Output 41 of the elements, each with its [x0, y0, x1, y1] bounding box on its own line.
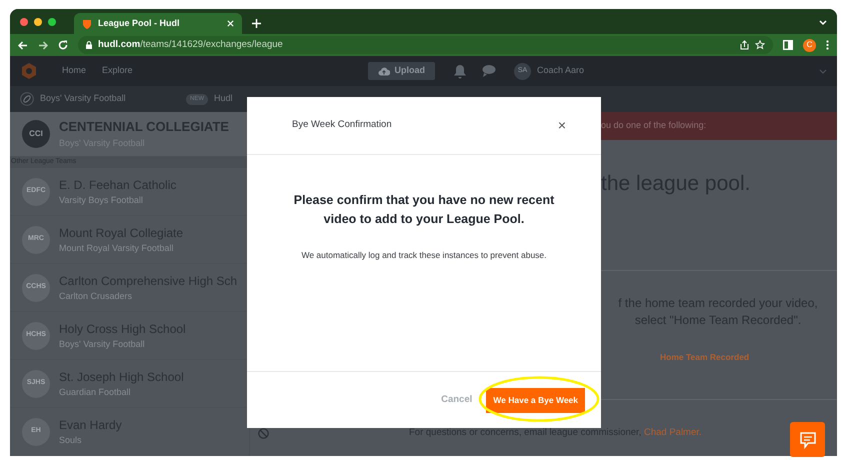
cloud-upload-icon [378, 66, 390, 76]
team-selector[interactable]: Boys' Varsity Football [40, 92, 180, 106]
modal-title: Bye Week Confirmation [292, 118, 392, 132]
user-name[interactable]: Coach Aaro [537, 64, 584, 78]
home-team-recorded-button[interactable]: Home Team Recorded [660, 350, 750, 364]
minimize-window-icon[interactable] [34, 18, 42, 26]
share-icon[interactable] [740, 40, 749, 50]
browser-tab[interactable]: League Pool - Hudl [74, 13, 242, 34]
nav-link[interactable]: Home [62, 64, 86, 78]
football-icon [20, 92, 34, 106]
back-arrow-icon[interactable] [18, 40, 28, 50]
close-tab-icon[interactable] [227, 20, 234, 27]
close-button[interactable]: × [558, 115, 566, 136]
reload-icon[interactable] [58, 40, 68, 50]
nav-link[interactable]: Explore [102, 64, 133, 78]
upload-button[interactable]: Upload [368, 62, 435, 80]
chat-bubbles-icon[interactable] [481, 64, 496, 78]
forward-arrow-icon[interactable] [38, 40, 48, 50]
profile-avatar[interactable]: C [803, 38, 816, 52]
address-bar[interactable]: hudl.com/teams/141629/exchanges/league [78, 36, 773, 54]
star-icon[interactable] [755, 40, 765, 50]
modal-note: We automatically log and track these instances to prevent abuse. [301, 249, 547, 262]
tab-title: League Pool - Hudl [98, 16, 181, 30]
chat-button[interactable] [790, 422, 825, 457]
lock-icon [86, 41, 92, 49]
modal-heading: Please confirm that you have no new recent video to add to your League Pool. [292, 192, 556, 228]
new-tab-icon[interactable] [252, 19, 261, 28]
team-avatar: CCI [22, 120, 50, 148]
commissioner-link[interactable]: Chad Palmer. [644, 427, 702, 438]
ban-icon [258, 428, 269, 439]
maximize-window-icon[interactable] [48, 18, 56, 26]
confirm-button[interactable]: We Have a Bye Week [486, 388, 585, 413]
shield-logo-icon [82, 18, 92, 28]
url-text: hudl.com/teams/141629/exchanges/league [98, 38, 284, 52]
bell-icon[interactable] [453, 64, 467, 78]
nav-tab[interactable]: Hudl [214, 92, 233, 106]
more-menu-icon[interactable] [826, 40, 829, 50]
chat-bubble-icon [798, 430, 816, 448]
sidebar-panel-icon[interactable] [783, 40, 793, 50]
cancel-button[interactable]: Cancel [441, 392, 472, 408]
close-window-icon[interactable] [20, 18, 28, 26]
